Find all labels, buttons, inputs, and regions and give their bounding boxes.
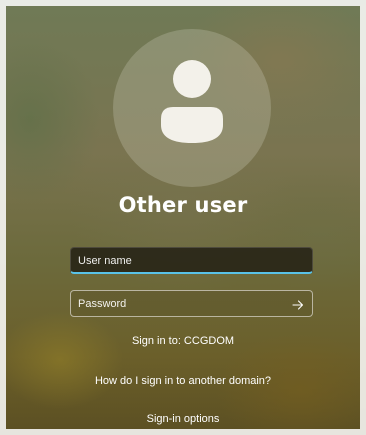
other-domain-link[interactable]: How do I sign in to another domain? [0,375,366,387]
user-avatar [113,29,271,187]
username-input[interactable]: User name [70,247,313,274]
sign-in-domain-text: Sign in to: CCGDOM [131,335,235,347]
user-silhouette-icon [161,60,223,143]
submit-arrow-button[interactable] [291,291,305,318]
password-input[interactable]: Password [70,290,313,317]
password-placeholder: Password [78,298,127,310]
sign-in-options-link[interactable]: Sign-in options [0,413,366,425]
page-title: Other user [118,193,248,217]
username-placeholder: User name [78,255,132,267]
arrow-right-icon [292,299,304,310]
